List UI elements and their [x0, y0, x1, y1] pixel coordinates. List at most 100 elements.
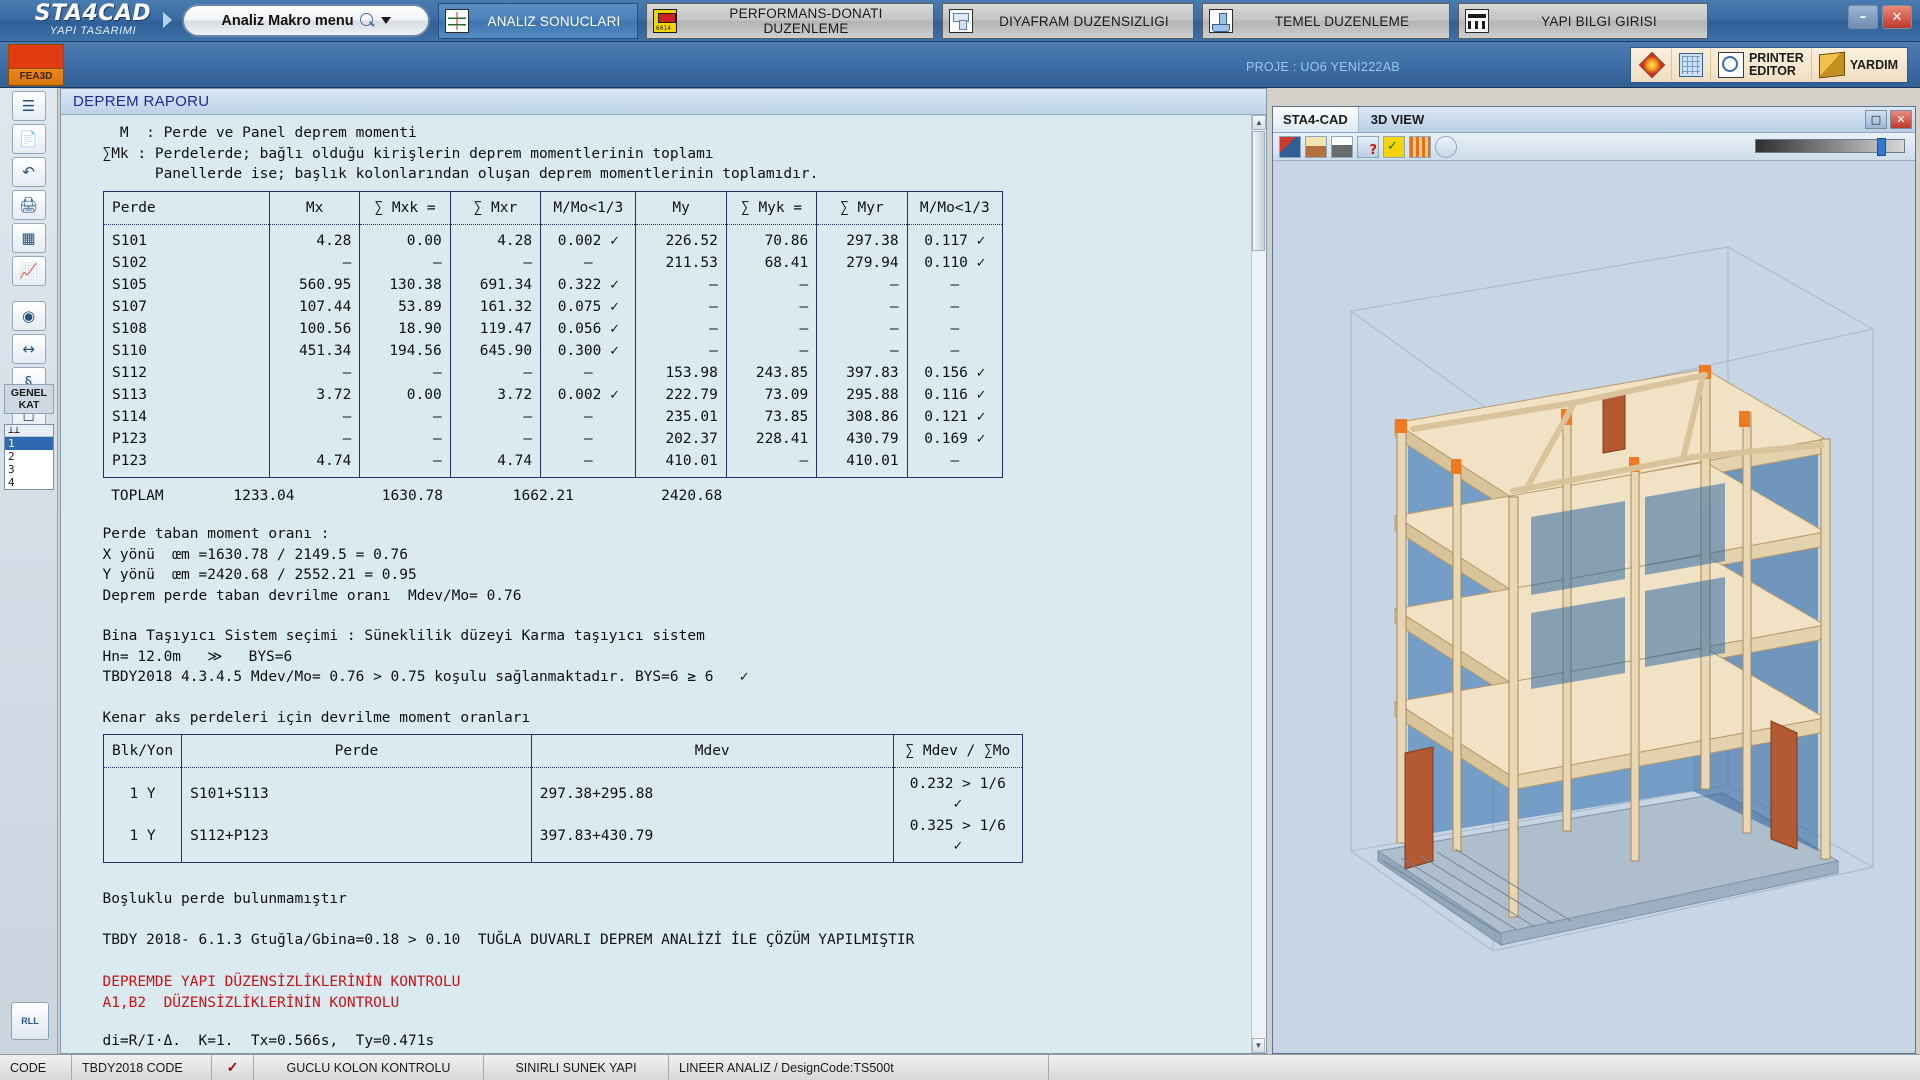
- perde-moment-table: Perde Mx ∑ Mxk = ∑ Mxr M/Mo<1/3 My ∑ Myk…: [103, 190, 1004, 478]
- kenar-aks-table: Blk/Yon Perde Mdev ∑ Mdev / ∑Mo 1 Y S101…: [102, 734, 1024, 863]
- cell-mmox: 0.075 ✓: [540, 295, 637, 318]
- col-my: My: [635, 191, 727, 225]
- 3d-view-restore-button[interactable]: □: [1865, 110, 1887, 129]
- status-guclu-kolon[interactable]: GUCLU KOLON KONTROLU: [254, 1055, 484, 1080]
- zoom-slider-knob[interactable]: [1877, 138, 1886, 156]
- cell-mx: 451.34: [268, 339, 361, 362]
- genel-kat-line2: KAT: [18, 399, 40, 411]
- rll-label: RLL: [21, 1016, 39, 1026]
- tab-label: ANALIZ SONUCLARI: [487, 13, 621, 29]
- floor-item-4[interactable]: 4: [5, 476, 53, 489]
- floor-list[interactable]: ⊥⊥ 1 2 3 4: [4, 424, 54, 490]
- print-icon[interactable]: 🖨: [11, 190, 46, 220]
- scroll-up-arrow-icon[interactable]: ▲: [1252, 115, 1266, 130]
- left-tool-rail: ☰ 📄 ↶ 🖨 ▦ 📈 ◉ ↔ § ◻ GENEL KAT ⊥⊥ 1 2 3 4…: [0, 88, 58, 1068]
- cell-mxk: 194.56: [359, 339, 451, 362]
- floor-item-3[interactable]: 3: [5, 463, 53, 476]
- fea3d-button[interactable]: FEA3D: [8, 44, 64, 86]
- home-view-icon[interactable]: [1305, 135, 1327, 158]
- cell-blk-yon: 1 Y: [102, 767, 183, 815]
- scroll-down-arrow-icon[interactable]: ▼: [1252, 1038, 1265, 1053]
- brand-expand-arrow-icon[interactable]: [163, 12, 172, 28]
- cell-mxr: –: [449, 427, 542, 450]
- table-row: 1 Y S112+P123 397.83+430.79 0.325 > 1/6 …: [102, 815, 1024, 863]
- app-logo: STA4CAD YAPI TASARIMI: [18, 2, 168, 40]
- restore-icon: □: [1870, 113, 1882, 126]
- col-mmo-y: M/Mo<1/3: [906, 191, 1004, 225]
- cell-myr: –: [816, 295, 908, 318]
- scrollbar-thumb[interactable]: [1252, 131, 1265, 251]
- macro-menu-dropdown[interactable]: Analiz Makro menu: [182, 4, 430, 37]
- printer-editor-button[interactable]: PRINTER EDITOR: [1711, 49, 1812, 81]
- cell-my: 211.53: [635, 251, 727, 274]
- cell-myr: –: [816, 339, 908, 362]
- status-tbdy[interactable]: TBDY2018 CODE: [72, 1055, 212, 1080]
- fea3d-preview-icon: [9, 45, 63, 69]
- cell-mdev: 397.83+430.79: [530, 815, 894, 863]
- status-lineer-analiz[interactable]: LINEER ANALIZ / DesignCode:TS500t: [669, 1055, 1049, 1080]
- dimension-icon[interactable]: ↔: [11, 334, 46, 364]
- cell-perde: S101: [103, 224, 270, 252]
- cell-myr: –: [816, 317, 908, 340]
- minimize-button[interactable]: –: [1848, 5, 1878, 29]
- table-row: P123 – – – – 202.37 228.41 430.79 0.169 …: [103, 427, 1004, 450]
- close-button[interactable]: ✕: [1882, 5, 1912, 29]
- col-blk-yon: Blk/Yon: [102, 734, 183, 768]
- diaphragm-icon: [949, 9, 973, 33]
- tab-temel-duzenleme[interactable]: TEMEL DUZENLEME: [1202, 3, 1450, 39]
- pan-icon[interactable]: [1435, 135, 1457, 158]
- print-view-icon[interactable]: [1331, 135, 1353, 158]
- tab-analiz-sonuclari[interactable]: ANALIZ SONUCLARI: [438, 3, 638, 39]
- last-line: di=R/I·Δ. K=1. Tx=0.566s, Ty=0.471s: [85, 1033, 435, 1049]
- cell-mmox: –: [540, 361, 637, 384]
- floor-item-1[interactable]: 1: [5, 437, 53, 450]
- zoom-slider[interactable]: [1755, 138, 1905, 156]
- genel-kat-label: GENEL KAT: [4, 384, 54, 414]
- floor-item-2[interactable]: 2: [5, 450, 53, 463]
- 3d-view-app-label: STA4-CAD: [1273, 107, 1359, 132]
- cell-my: 410.01: [635, 449, 727, 477]
- color-wheel-icon[interactable]: ◉: [11, 301, 46, 331]
- chart-icon[interactable]: 📈: [11, 256, 46, 286]
- cell-mxk: –: [359, 405, 451, 428]
- page-title: DEPREM RAPORU: [73, 93, 210, 110]
- cell-myr: 297.38: [816, 224, 908, 252]
- help-query-icon[interactable]: [1357, 135, 1379, 158]
- status-code[interactable]: CODE: [0, 1055, 72, 1080]
- render-button[interactable]: [1633, 49, 1672, 81]
- report-body[interactable]: M : Perde ve Panel deprem momenti ∑Mk : …: [61, 115, 1266, 1053]
- tab-label: PERFORMANS-DONATI DUZENLEME: [729, 6, 883, 36]
- report-scrollbar[interactable]: ▲ ▼: [1251, 115, 1266, 1053]
- cell-mx: –: [268, 405, 361, 428]
- help-button[interactable]: YARDIM: [1812, 49, 1905, 81]
- building-input-icon: [1465, 9, 1489, 33]
- document-icon[interactable]: 📄: [11, 124, 46, 154]
- cell-mmoy: –: [906, 317, 1004, 340]
- cell-myk: 68.41: [725, 251, 818, 274]
- cell-mxk: 18.90: [359, 317, 451, 340]
- 3d-model-canvas[interactable]: [1273, 161, 1915, 1051]
- cell-myk: 243.85: [725, 361, 818, 384]
- status-sinirli-sunek[interactable]: SINIRLI SUNEK YAPI: [484, 1055, 669, 1080]
- genel-kat-line1: GENEL: [10, 387, 48, 399]
- rll-button[interactable]: RLL: [11, 1002, 49, 1040]
- layers-icon[interactable]: ☰: [11, 91, 46, 121]
- tab-yapi-bilgi-girisi[interactable]: YAPI BILGI GIRISI: [1458, 3, 1708, 39]
- check-grid-icon[interactable]: [1383, 135, 1405, 158]
- fea3d-label: FEA3D: [19, 71, 53, 82]
- cell-mxr: –: [449, 361, 542, 384]
- building-3d-model: [1273, 161, 1915, 1051]
- cell-mxr: 4.28: [449, 224, 542, 252]
- undo-icon[interactable]: ↶: [11, 157, 46, 187]
- hatch-icon[interactable]: [1409, 135, 1431, 158]
- tab-diyafram-duzensizligi[interactable]: DIYAFRAM DUZENSIZLIGI: [942, 3, 1194, 39]
- table-grid-icon[interactable]: ▦: [11, 223, 46, 253]
- table-body: S101 4.28 0.00 4.28 0.002 ✓ 226.52 70.86…: [103, 224, 1004, 477]
- cell-myk: 228.41: [725, 427, 818, 450]
- col-sum-mxr: ∑ Mxr: [449, 191, 542, 225]
- cell-mmox: 0.322 ✓: [540, 273, 637, 296]
- 3d-model-button[interactable]: [1672, 49, 1711, 81]
- grid-snap-icon[interactable]: [1279, 135, 1301, 158]
- 3d-view-close-button[interactable]: ✕: [1890, 110, 1912, 129]
- tab-performans-donati-duzenleme[interactable]: PERFORMANS-DONATI DUZENLEME: [646, 3, 934, 39]
